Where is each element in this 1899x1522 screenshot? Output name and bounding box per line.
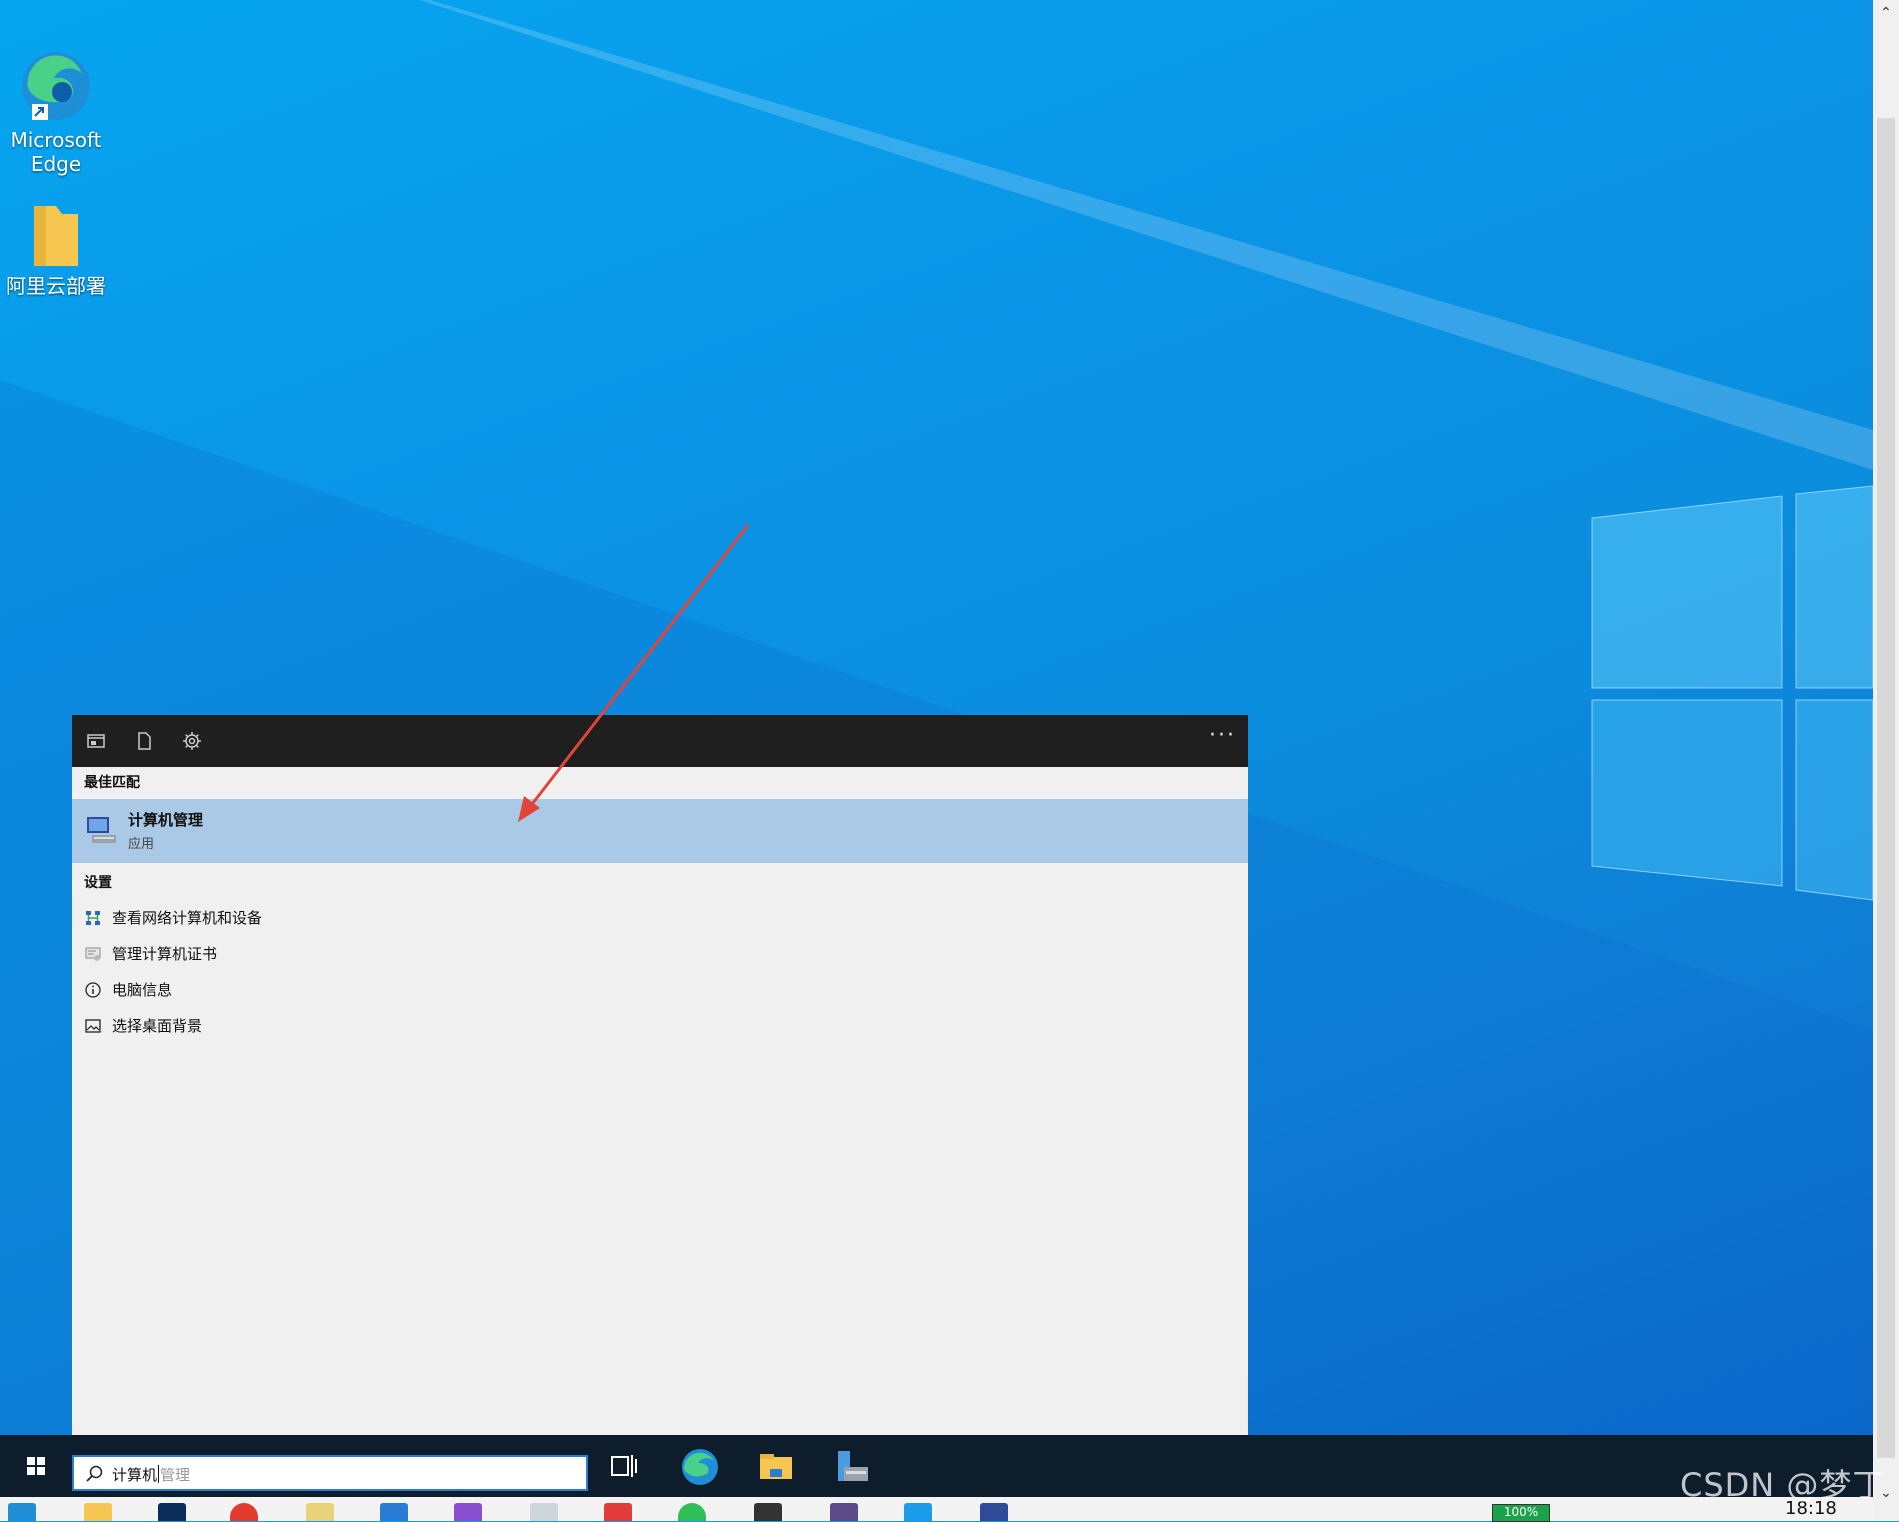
computer-management-icon xyxy=(87,817,116,843)
computer-management-icon[interactable] xyxy=(824,1443,880,1493)
windows-start-icon[interactable] xyxy=(0,1435,72,1497)
scroll-up-icon[interactable]: ⌃ xyxy=(1873,0,1899,26)
search-icon xyxy=(86,1465,103,1482)
edge-icon xyxy=(22,52,90,120)
watermark: CSDN @梦丁 xyxy=(1680,1466,1886,1504)
photoshop-icon[interactable] xyxy=(158,1503,186,1521)
documents-filter-icon[interactable] xyxy=(132,729,156,753)
task-view-icon[interactable] xyxy=(596,1443,652,1493)
folder-icon[interactable] xyxy=(84,1503,112,1521)
visual-studio-icon[interactable] xyxy=(454,1503,482,1521)
certificate-icon xyxy=(85,947,101,961)
setting-item-label: 查看网络计算机和设备 xyxy=(112,909,263,927)
secondary-taskbar-strip xyxy=(0,1497,1873,1521)
battery-indicator[interactable]: 100% xyxy=(1492,1504,1550,1522)
info-icon xyxy=(85,982,101,998)
setting-item-label: 选择桌面背景 xyxy=(112,1017,203,1035)
app-icon[interactable] xyxy=(830,1503,858,1521)
vertical-scrollbar[interactable]: ⌃ ⌄ xyxy=(1873,0,1899,1521)
desktop-icon-folder[interactable]: 阿里云部署 xyxy=(0,200,112,298)
app-icon[interactable] xyxy=(306,1503,334,1521)
setting-item-certificates[interactable]: 管理计算机证书 xyxy=(72,935,1248,971)
search-suggestion-text: 管理 xyxy=(160,1466,191,1484)
desktop-icon-edge[interactable]: Microsoft Edge xyxy=(0,48,112,176)
taskbar: 计算机 管理 xyxy=(0,1435,1873,1497)
terminal-icon[interactable] xyxy=(754,1503,782,1521)
edge-icon[interactable] xyxy=(8,1503,36,1521)
picture-icon xyxy=(85,1019,101,1033)
best-match-subtitle: 应用 xyxy=(128,837,155,852)
edge-icon[interactable] xyxy=(672,1443,728,1493)
desktop-icon-label: Microsoft xyxy=(10,128,102,152)
text-caret xyxy=(158,1465,160,1483)
search-results-panel: ··· 最佳匹配 计算机管理 应用 设置 查看网络计算机和设备 管理计算机证书 xyxy=(72,715,1248,1435)
setting-item-background[interactable]: 选择桌面背景 xyxy=(72,1007,1248,1043)
desktop-icon-label: Edge xyxy=(30,152,82,176)
file-explorer-icon[interactable] xyxy=(748,1443,804,1493)
app-icon[interactable] xyxy=(530,1503,558,1521)
setting-item-label: 管理计算机证书 xyxy=(112,945,218,963)
wechat-icon[interactable] xyxy=(678,1503,706,1521)
settings-heading: 设置 xyxy=(84,875,112,891)
computer-management-icon[interactable] xyxy=(980,1503,1008,1521)
more-options-button[interactable]: ··· xyxy=(1209,723,1236,748)
taskbar-search-input[interactable]: 计算机 管理 xyxy=(72,1455,588,1491)
app-icon[interactable] xyxy=(904,1503,932,1521)
app-icon[interactable] xyxy=(604,1503,632,1521)
folder-icon xyxy=(34,206,78,266)
setting-item-network[interactable]: 查看网络计算机和设备 xyxy=(72,899,1248,935)
chrome-icon[interactable] xyxy=(230,1503,258,1521)
scrollbar-thumb[interactable] xyxy=(1877,118,1895,1458)
network-icon xyxy=(86,911,100,925)
best-match-heading: 最佳匹配 xyxy=(84,775,140,791)
best-match-title: 计算机管理 xyxy=(128,811,204,829)
setting-item-label: 电脑信息 xyxy=(112,981,173,999)
best-match-result[interactable]: 计算机管理 应用 xyxy=(72,799,1248,863)
search-filter-toolbar: ··· xyxy=(72,715,1248,767)
vscode-icon[interactable] xyxy=(380,1503,408,1521)
setting-item-pc-info[interactable]: 电脑信息 xyxy=(72,971,1248,1007)
apps-filter-icon[interactable] xyxy=(84,729,108,753)
search-typed-text: 计算机 xyxy=(112,1466,158,1484)
desktop-icon-label: 阿里云部署 xyxy=(6,274,106,298)
settings-filter-icon[interactable] xyxy=(180,729,204,753)
